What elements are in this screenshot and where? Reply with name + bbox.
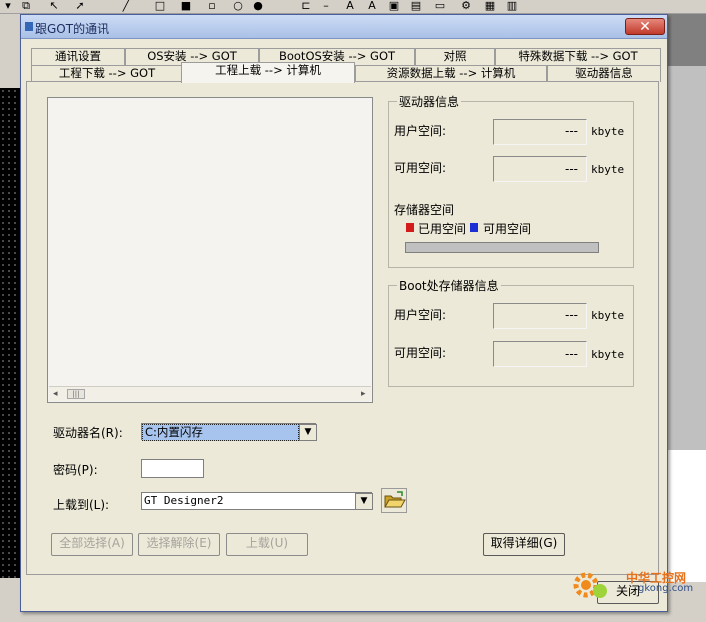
upload-to-select[interactable]: GT Designer2 ▼ xyxy=(141,492,373,510)
got-communication-dialog: 跟GOT的通讯 ✕ 通讯设置 OS安装 --> GOT BootOS安装 -->… xyxy=(20,14,668,612)
toolbar-color-icon[interactable]: ▣ xyxy=(388,0,400,12)
gkong-watermark: 中华工控网 gkong.com xyxy=(550,565,706,605)
toolbar-image-icon[interactable]: ▤ xyxy=(410,0,422,12)
dialog-titlebar[interactable]: 跟GOT的通讯 ✕ xyxy=(21,15,667,39)
drive-name-value: C:内置闪存 xyxy=(142,424,299,441)
app-icon xyxy=(25,22,33,31)
horizontal-scrollbar[interactable]: ◂ ||| ▸ xyxy=(49,386,371,401)
tab-special-data-download[interactable]: 特殊数据下载 --> GOT xyxy=(495,48,661,65)
gear-logo-icon xyxy=(573,572,607,598)
toolbar-fill-rect-icon[interactable]: ■ xyxy=(180,0,192,12)
toolbar-copy-icon[interactable]: ⧉ xyxy=(20,0,32,12)
used-space-swatch xyxy=(406,223,414,232)
toolbar-circle-icon[interactable]: ○ xyxy=(232,0,244,12)
drive-info-title: 驱动器信息 xyxy=(397,93,462,110)
tab-comm-settings[interactable]: 通讯设置 xyxy=(31,48,125,65)
toolbar-dash-icon[interactable]: – xyxy=(320,0,332,12)
toolbar-pointer-icon[interactable]: ↖ xyxy=(48,0,60,12)
toolbar-square-icon[interactable]: ▫ xyxy=(206,0,218,12)
toolbar-arrow-icon[interactable]: ▾ xyxy=(2,0,14,12)
toolbar-gear-icon[interactable]: ⚙ xyxy=(460,0,472,12)
boot-user-space-label: 用户空间: xyxy=(394,308,447,322)
drive-name-select[interactable]: C:内置闪存 ▼ xyxy=(141,423,317,441)
free-space-swatch xyxy=(470,223,478,232)
drive-info-group: 驱动器信息 用户空间: --- kbyte 可用空间: --- kbyte 存储… xyxy=(388,93,634,268)
chevron-down-icon[interactable]: ▼ xyxy=(299,424,317,441)
deselect-button[interactable]: 选择解除(E) xyxy=(138,533,220,556)
toolbar-fill-circle-icon[interactable]: ● xyxy=(252,0,264,12)
tab-drive-info[interactable]: 驱动器信息 xyxy=(547,65,661,82)
boot-free-space-unit: kbyte xyxy=(591,348,625,361)
dialog-title: 跟GOT的通讯 xyxy=(35,22,110,36)
tab-compare[interactable]: 对照 xyxy=(415,48,495,65)
app-toolbar: ▾ ⧉ ↖ ➚ ╱ □ ■ ▫ ○ ● ⊏ – A A ▣ ▤ ▭ ⚙ ▦ ▥ xyxy=(0,0,706,14)
toolbar-text-icon[interactable]: A xyxy=(344,0,356,12)
boot-info-title: Boot处存储器信息 xyxy=(397,277,501,294)
boot-user-space-value: --- xyxy=(565,308,578,322)
upload-to-label: 上载到(L): xyxy=(53,498,110,512)
used-space-legend: 已用空间 xyxy=(418,222,467,236)
app-screen-canvas[interactable] xyxy=(0,88,20,578)
chevron-down-icon[interactable]: ▼ xyxy=(355,493,373,510)
upload-button[interactable]: 上载(U) xyxy=(226,533,308,556)
password-input[interactable] xyxy=(141,459,204,478)
toolbar-text2-icon[interactable]: A xyxy=(366,0,378,12)
toolbar-rect-icon[interactable]: □ xyxy=(154,0,166,12)
boot-storage-info-group: Boot处存储器信息 用户空间: --- kbyte 可用空间: --- kby… xyxy=(388,277,634,387)
get-details-button[interactable]: 取得详细(G) xyxy=(483,533,565,556)
boot-free-space-value: --- xyxy=(565,347,578,361)
free-space-value: --- xyxy=(565,162,578,176)
project-file-list[interactable]: ◂ ||| ▸ xyxy=(47,97,373,403)
drive-name-label: 驱动器名(R): xyxy=(53,426,123,440)
scroll-thumb[interactable]: ||| xyxy=(67,389,85,399)
tab-project-download[interactable]: 工程下载 --> GOT xyxy=(31,65,183,82)
select-all-button[interactable]: 全部选择(A) xyxy=(51,533,133,556)
toolbar-bmp-icon[interactable]: ▦ xyxy=(484,0,496,12)
user-space-value: --- xyxy=(565,124,578,138)
toolbar-monitor-icon[interactable]: ▭ xyxy=(434,0,446,12)
user-space-unit: kbyte xyxy=(591,125,625,138)
folder-open-icon[interactable] xyxy=(381,488,407,513)
scroll-left-icon[interactable]: ◂ xyxy=(53,389,58,399)
tab-project-upload[interactable]: 工程上载 --> 计算机 xyxy=(181,62,355,83)
boot-free-space-label: 可用空间: xyxy=(394,346,447,360)
tab-resource-upload[interactable]: 资源数据上载 --> 计算机 xyxy=(355,65,547,82)
free-space-label: 可用空间: xyxy=(394,161,447,175)
toolbar-line-icon[interactable]: ╱ xyxy=(120,0,132,12)
storage-usage-bar xyxy=(405,242,599,253)
upload-to-value: GT Designer2 xyxy=(144,494,224,507)
password-label: 密码(P): xyxy=(53,463,98,477)
scroll-right-icon[interactable]: ▸ xyxy=(361,389,366,399)
boot-user-space-unit: kbyte xyxy=(591,309,625,322)
watermark-url: gkong.com xyxy=(638,583,694,594)
user-space-label: 用户空间: xyxy=(394,124,447,138)
storage-space-label: 存储器空间 xyxy=(394,203,455,217)
toolbar-bar-icon[interactable]: ▥ xyxy=(506,0,518,12)
toolbar-shape-icon[interactable]: ⊏ xyxy=(300,0,312,12)
close-icon[interactable]: ✕ xyxy=(625,18,665,35)
toolbar-cursor-icon[interactable]: ➚ xyxy=(74,0,86,12)
free-space-legend: 可用空间 xyxy=(483,222,532,236)
free-space-unit: kbyte xyxy=(591,163,625,176)
